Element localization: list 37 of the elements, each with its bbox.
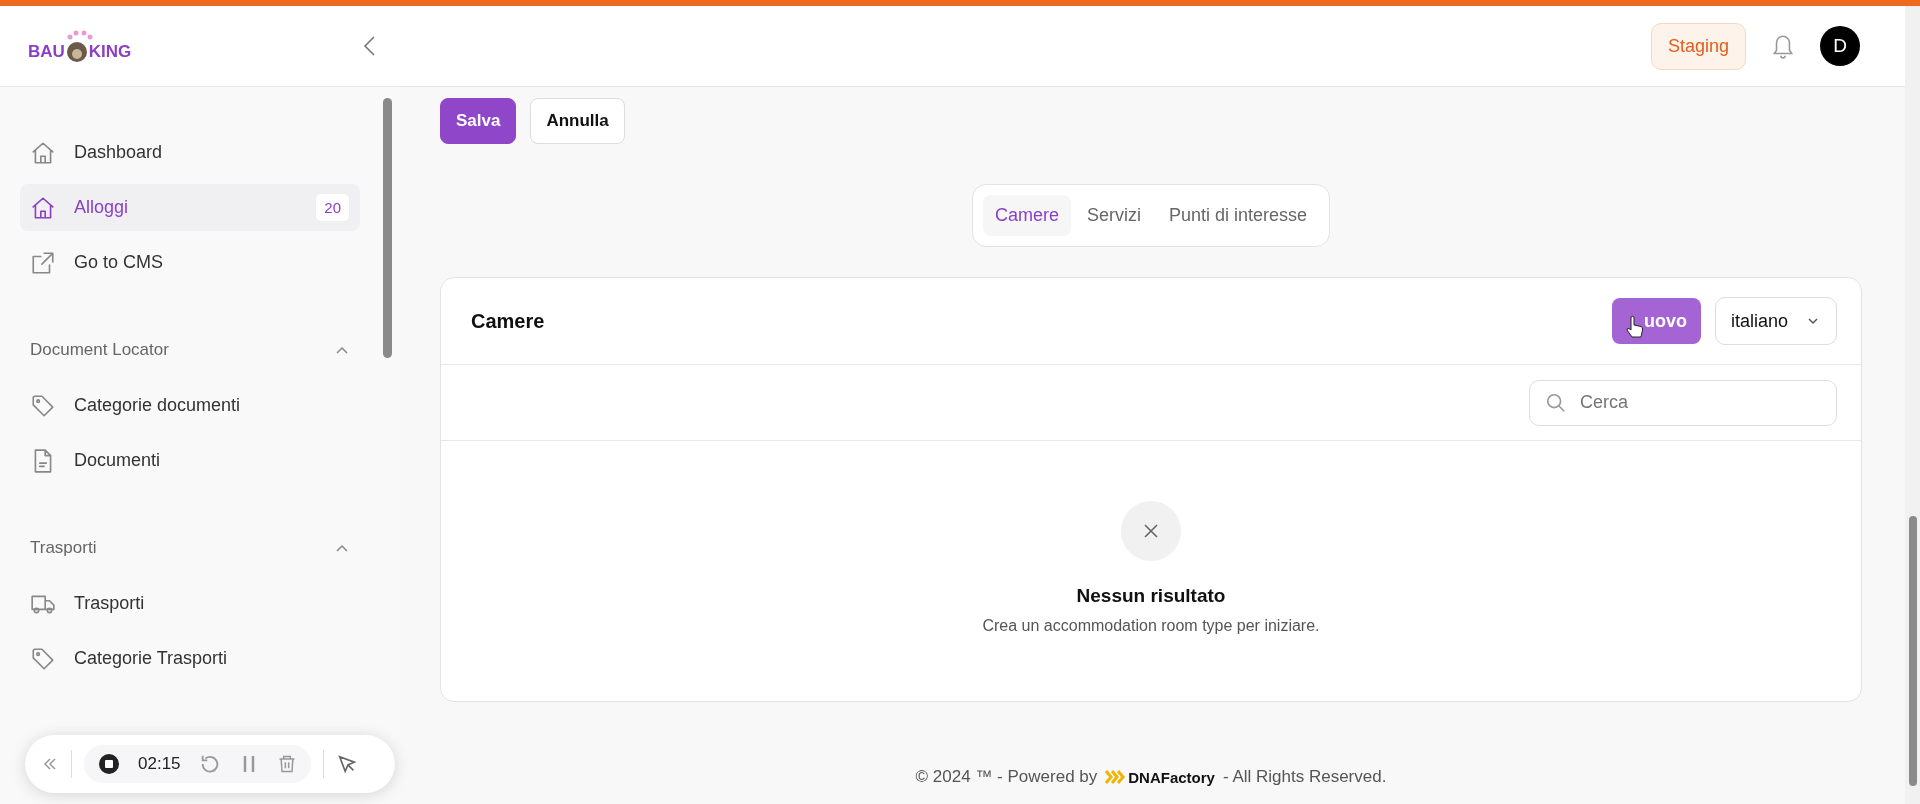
empty-state-message: Crea un accommodation room type per iniziare. [982, 617, 1320, 635]
sidebar-item[interactable]: Go to CMS [20, 239, 360, 286]
tag-icon [30, 645, 56, 672]
new-button[interactable]: uovo [1611, 298, 1701, 344]
language-dropdown[interactable]: italiano [1714, 297, 1837, 345]
count-badge: 20 [315, 193, 350, 222]
environment-badge: Staging [1650, 22, 1746, 70]
tab[interactable]: Punti di interesse [1157, 195, 1320, 236]
pointer-button[interactable] [335, 753, 358, 775]
save-button[interactable]: Salva [440, 98, 517, 144]
external-link-icon [30, 249, 56, 276]
sidebar-item[interactable]: Categorie Trasporti [20, 635, 360, 682]
sidebar-item[interactable]: Trasporti [20, 580, 360, 627]
logo: BAU KING [28, 29, 132, 63]
sidebar-item[interactable]: Documenti [20, 437, 360, 484]
cancel-button[interactable]: Annulla [530, 98, 625, 144]
brand-logo: DNAFactory [1105, 768, 1215, 786]
sidebar-item[interactable]: Alloggi 20 [20, 184, 360, 231]
page-scrollbar[interactable] [1905, 6, 1920, 804]
stop-button[interactable] [98, 753, 120, 775]
hand-cursor-icon [1625, 315, 1644, 339]
recording-time: 02:15 [138, 754, 181, 774]
tag-icon [30, 392, 56, 419]
rights-text: - All Rights Reserved. [1222, 767, 1387, 787]
empty-state-title: Nessun risultato [1076, 585, 1226, 607]
user-avatar[interactable]: D [1820, 26, 1860, 66]
tab[interactable]: Servizi [1074, 195, 1153, 236]
section-title: Document Locator [30, 340, 169, 360]
search-icon [1545, 391, 1567, 414]
card-title: Camere [471, 309, 546, 333]
search-field[interactable]: Cerca [1529, 379, 1837, 426]
sidebar-item[interactable]: Dashboard [20, 129, 360, 176]
tab[interactable]: Camere [982, 195, 1071, 236]
sidebar-item[interactable]: Categorie documenti [20, 382, 360, 429]
section-title: Trasporti [30, 538, 97, 558]
copyright-text: © 2024 ™ - Powered by [915, 767, 1098, 787]
scrollbar[interactable] [383, 98, 392, 358]
